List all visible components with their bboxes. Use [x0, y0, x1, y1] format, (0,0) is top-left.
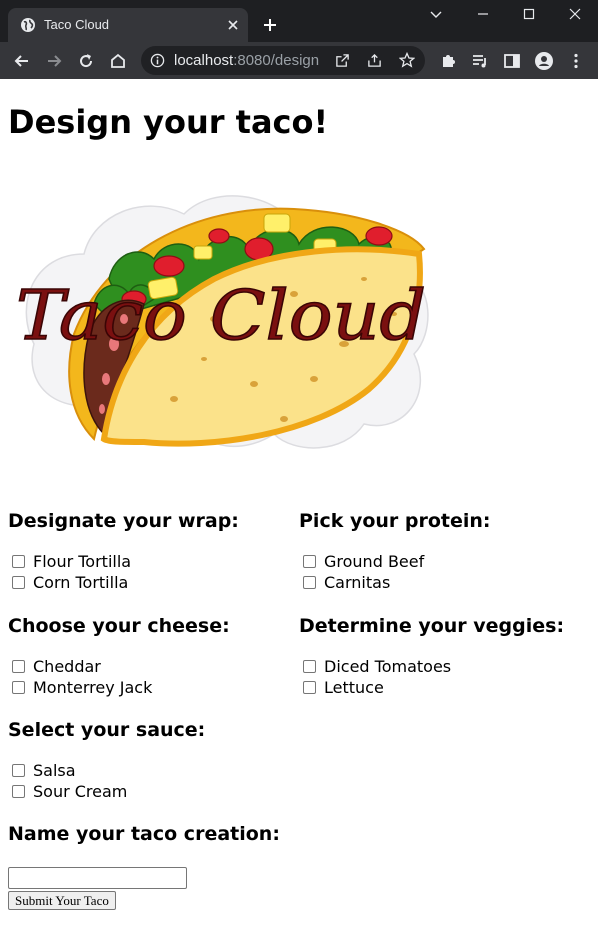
corn-tortilla-checkbox[interactable] [12, 576, 25, 589]
browser-toolbar: localhost:8080/design [0, 42, 598, 79]
sour-cream-checkbox[interactable] [12, 785, 25, 798]
veggies-heading: Determine your veggies: [299, 615, 565, 637]
side-panel-icon[interactable] [502, 51, 522, 71]
url-host: localhost [174, 52, 234, 69]
url-path: :8080/design [233, 52, 320, 69]
extensions-icon[interactable] [438, 51, 458, 71]
option-label: Ground Beef [324, 552, 425, 571]
protein-heading: Pick your protein: [299, 510, 491, 532]
globe-icon [21, 18, 35, 32]
name-group: Name your taco creation: [8, 822, 308, 852]
option-label: Lettuce [324, 678, 384, 697]
profile-avatar-icon[interactable] [534, 51, 554, 71]
submit-taco-button[interactable]: Submit Your Taco [8, 891, 116, 910]
new-tab-icon[interactable] [261, 16, 279, 34]
wrap-heading: Designate your wrap: [8, 510, 239, 532]
option-label: Flour Tortilla [33, 552, 132, 571]
back-icon[interactable] [12, 51, 32, 71]
taco-cloud-logo: Taco Cloud [15, 195, 429, 449]
browser-tab-strip: Taco Cloud [0, 0, 598, 42]
bookmark-star-icon[interactable] [399, 52, 415, 68]
tab-search-icon[interactable] [428, 6, 444, 22]
cheese-group: Choose your cheese: Cheddar Monterrey Ja… [8, 614, 288, 700]
page-content: Design your taco! Taco Cloud Designate y… [0, 79, 598, 944]
home-icon[interactable] [108, 51, 128, 71]
minimize-icon[interactable] [475, 6, 491, 22]
close-tab-icon[interactable] [226, 18, 240, 32]
media-queue-icon[interactable] [470, 51, 490, 71]
open-in-new-icon[interactable] [335, 53, 350, 68]
browser-tab[interactable]: Taco Cloud [8, 8, 248, 42]
lettuce-checkbox[interactable] [303, 681, 316, 694]
cheddar-checkbox[interactable] [12, 660, 25, 673]
monterrey-jack-checkbox[interactable] [12, 681, 25, 694]
sauce-group: Select your sauce: Salsa Sour Cream [8, 718, 288, 804]
cheese-heading: Choose your cheese: [8, 615, 230, 637]
option-label: Monterrey Jack [33, 678, 153, 697]
flour-tortilla-checkbox[interactable] [12, 555, 25, 568]
option-label: Sour Cream [33, 782, 128, 801]
logo-text: Taco Cloud [16, 277, 426, 356]
reload-icon[interactable] [76, 51, 96, 71]
menu-kebab-icon[interactable] [566, 51, 586, 71]
page-title: Design your taco! [8, 103, 329, 141]
url-text[interactable]: localhost:8080/design [174, 52, 319, 69]
ground-beef-checkbox[interactable] [303, 555, 316, 568]
close-window-icon[interactable] [567, 6, 583, 22]
option-label: Diced Tomatoes [324, 657, 452, 676]
carnitas-checkbox[interactable] [303, 576, 316, 589]
wrap-group: Designate your wrap: Flour Tortilla Corn… [8, 509, 288, 595]
option-label: Salsa [33, 761, 76, 780]
maximize-icon[interactable] [521, 6, 537, 22]
veggies-group: Determine your veggies: Diced Tomatoes L… [299, 614, 594, 700]
salsa-checkbox[interactable] [12, 764, 25, 777]
option-label: Corn Tortilla [33, 573, 129, 592]
option-label: Carnitas [324, 573, 391, 592]
share-icon[interactable] [367, 53, 382, 68]
tab-title: Taco Cloud [44, 17, 110, 32]
name-heading: Name your taco creation: [8, 823, 280, 845]
option-label: Cheddar [33, 657, 101, 676]
site-info-icon[interactable] [150, 53, 165, 68]
taco-name-input[interactable] [8, 867, 187, 889]
address-bar[interactable]: localhost:8080/design [141, 46, 425, 75]
protein-group: Pick your protein: Ground Beef Carnitas [299, 509, 589, 595]
forward-icon[interactable] [44, 51, 64, 71]
diced-tomatoes-checkbox[interactable] [303, 660, 316, 673]
sauce-heading: Select your sauce: [8, 719, 206, 741]
